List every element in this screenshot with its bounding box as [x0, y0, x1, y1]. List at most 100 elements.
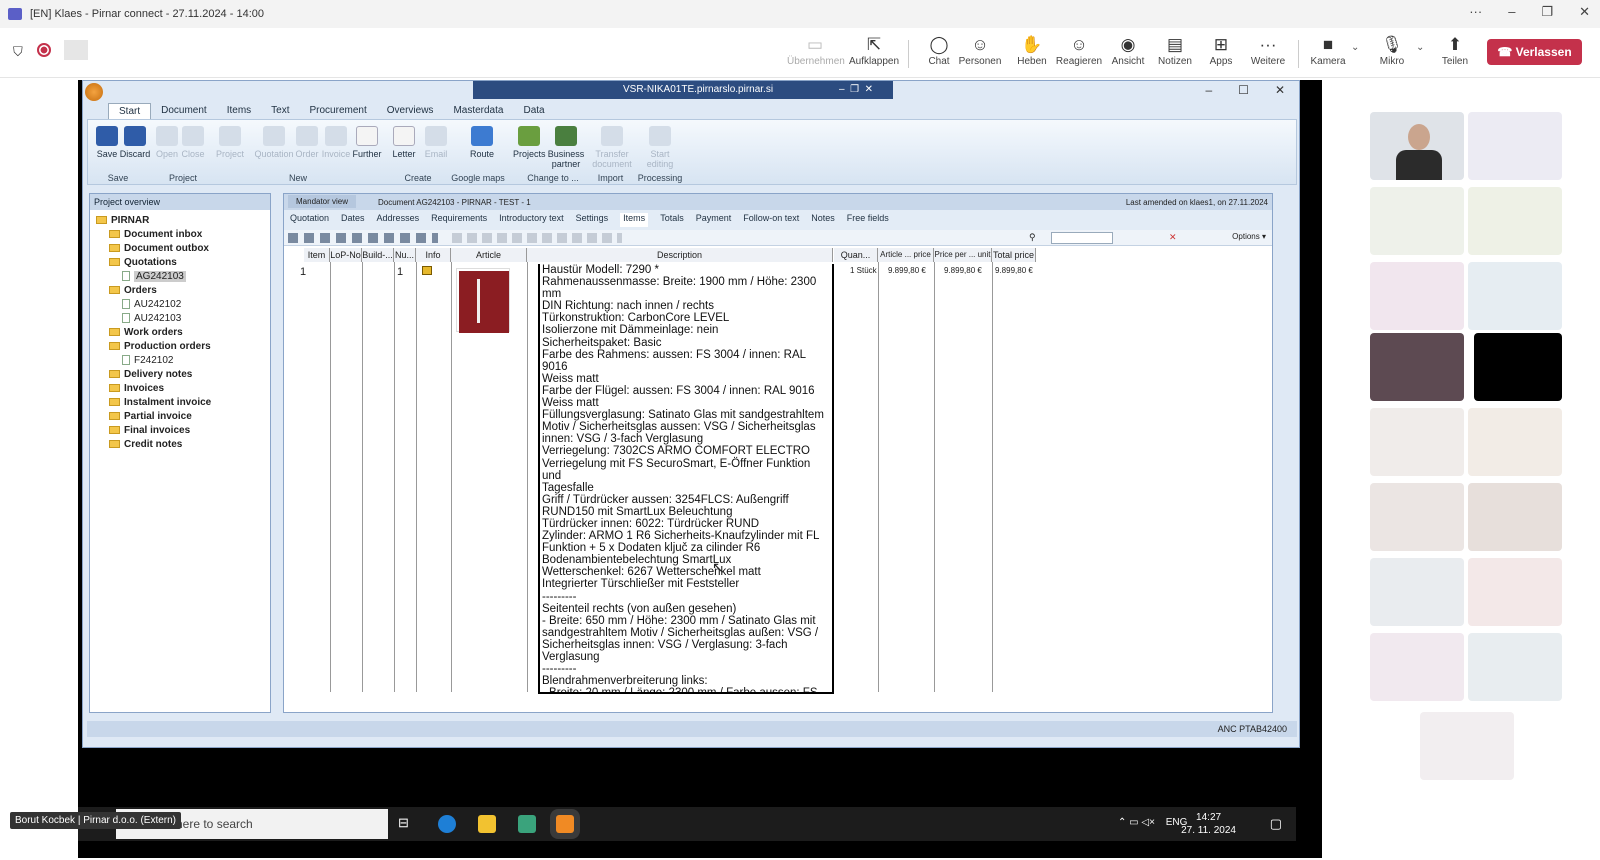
tree-node[interactable]: Credit notes: [96, 438, 270, 452]
doc-tab-dates[interactable]: Dates: [341, 213, 365, 227]
participant-tile[interactable]: [1468, 558, 1562, 626]
info-icon[interactable]: [422, 266, 432, 275]
col-article-price[interactable]: Article ... price: [878, 248, 934, 262]
tree-node[interactable]: Orders: [96, 284, 270, 298]
tree-node[interactable]: Final invoices: [96, 424, 270, 438]
letter-button[interactable]: Letter: [388, 126, 420, 159]
participant-tile[interactable]: [1370, 408, 1464, 476]
col-item[interactable]: Item: [304, 248, 330, 262]
doc-tab-items[interactable]: Items: [620, 213, 649, 227]
email-button[interactable]: Email: [420, 126, 452, 159]
doc-tab-totals[interactable]: Totals: [660, 213, 684, 227]
discard-button[interactable]: Discard: [119, 126, 151, 159]
invoice-button[interactable]: Invoice: [320, 126, 352, 159]
erp-close-button[interactable]: ✕: [1275, 83, 1285, 97]
participant-tile[interactable]: [1370, 558, 1464, 626]
tray-icons[interactable]: ⌃ ▭ ◁×: [1118, 817, 1155, 828]
react-button[interactable]: ☺ Reagieren: [1051, 34, 1107, 67]
tree-node[interactable]: Instalment invoice: [96, 396, 270, 410]
col-total-price[interactable]: Total price: [992, 248, 1036, 262]
people-button[interactable]: ☺ Personen: [952, 34, 1008, 67]
close-doc-button[interactable]: Close: [177, 126, 209, 159]
more-button[interactable]: ··· Weitere: [1240, 34, 1296, 67]
menu-tab-masterdata[interactable]: Masterdata: [443, 103, 513, 119]
leave-button[interactable]: ☎ Verlassen: [1487, 39, 1582, 65]
mandator-view-tab[interactable]: Mandator view: [288, 195, 357, 208]
more-options-icon[interactable]: ···: [1469, 4, 1482, 20]
doc-tab-requirements[interactable]: Requirements: [431, 213, 487, 227]
item-description[interactable]: Haustür Modell: 7290 * Rahmenaussenmasse:…: [538, 264, 834, 694]
participant-tile[interactable]: [1474, 333, 1562, 401]
col-lop-no[interactable]: LoP-No: [330, 248, 362, 262]
app-icon[interactable]: [518, 815, 536, 833]
menu-tab-procurement[interactable]: Procurement: [300, 103, 377, 119]
further-button[interactable]: Further: [351, 126, 383, 159]
menu-tab-start[interactable]: Start: [108, 103, 152, 119]
task-view-icon[interactable]: ⊟: [398, 815, 416, 833]
projects-button[interactable]: Projects: [513, 126, 546, 159]
col-description[interactable]: Description: [527, 248, 833, 262]
minimize-button[interactable]: –: [1508, 4, 1515, 20]
participant-tile[interactable]: [1468, 408, 1562, 476]
project-button[interactable]: Project: [214, 126, 246, 159]
business-partner-button[interactable]: Business partner: [543, 126, 589, 169]
close-button[interactable]: ✕: [1579, 4, 1590, 20]
doc-tab-free-fields[interactable]: Free fields: [847, 213, 889, 227]
participant-tile[interactable]: [1468, 483, 1562, 551]
participant-tile[interactable]: [1370, 262, 1464, 330]
doc-tab-introductory-text[interactable]: Introductory text: [499, 213, 564, 227]
col-price-per-unit[interactable]: Price per ... unit: [934, 248, 992, 262]
tree-node[interactable]: Work orders: [96, 326, 270, 340]
tree-node[interactable]: AG242103: [96, 270, 270, 284]
tree-node[interactable]: Invoices: [96, 382, 270, 396]
mic-button[interactable]: 🎙 Mikro: [1364, 34, 1420, 67]
doc-tab-quotation[interactable]: Quotation: [290, 213, 329, 227]
tree-node[interactable]: F242102: [96, 354, 270, 368]
tree-node[interactable]: Partial invoice: [96, 410, 270, 424]
tree-node[interactable]: AU242103: [96, 312, 270, 326]
participant-tile[interactable]: [1468, 633, 1562, 701]
tree-node[interactable]: AU242102: [96, 298, 270, 312]
menu-tab-items[interactable]: Items: [217, 103, 261, 119]
participant-tile[interactable]: [1420, 712, 1514, 780]
search-icon[interactable]: ⚲: [1029, 232, 1036, 243]
pop-out-button[interactable]: ⇱ Aufklappen: [846, 34, 902, 67]
erp-minimize-button[interactable]: –: [1205, 83, 1212, 97]
klaes-taskbar-icon[interactable]: [556, 815, 574, 833]
camera-button[interactable]: ■ Kamera: [1300, 34, 1356, 67]
share-button[interactable]: ⬆ Teilen: [1427, 34, 1483, 67]
options-dropdown[interactable]: Options ▾: [1232, 232, 1266, 241]
participant-tile[interactable]: [1370, 333, 1464, 401]
erp-maximize-button[interactable]: ☐: [1238, 83, 1249, 97]
route-button[interactable]: Route: [466, 126, 498, 159]
tree-node[interactable]: PIRNAR: [96, 214, 270, 228]
participant-video[interactable]: [1370, 112, 1464, 180]
doc-tab-addresses[interactable]: Addresses: [377, 213, 420, 227]
doc-tab-settings[interactable]: Settings: [576, 213, 609, 227]
file-explorer-icon[interactable]: [478, 815, 496, 833]
delete-icon[interactable]: ✕: [1169, 232, 1177, 243]
col-info[interactable]: Info: [416, 248, 451, 262]
participant-tile[interactable]: [1370, 483, 1464, 551]
col-quantity[interactable]: Quan...: [834, 248, 878, 262]
participant-tile[interactable]: [1370, 187, 1464, 255]
menu-tab-overviews[interactable]: Overviews: [377, 103, 444, 119]
rdp-controls[interactable]: – ❐ ✕: [839, 81, 873, 99]
doc-tab-follow-on-text[interactable]: Follow-on text: [743, 213, 799, 227]
items-search-input[interactable]: [1051, 232, 1113, 244]
taskbar-clock[interactable]: 14:27 27. 11. 2024: [1181, 811, 1236, 837]
quotation-button[interactable]: Quotation: [254, 126, 294, 159]
tree-node[interactable]: Production orders: [96, 340, 270, 354]
transfer-document-button[interactable]: Transfer document: [592, 126, 632, 169]
col-build[interactable]: Build-...: [362, 248, 394, 262]
tree-node[interactable]: Quotations: [96, 256, 270, 270]
participant-tile[interactable]: [1468, 187, 1562, 255]
doc-tab-payment[interactable]: Payment: [696, 213, 732, 227]
menu-tab-text[interactable]: Text: [261, 103, 299, 119]
notifications-icon[interactable]: ▢: [1270, 816, 1282, 832]
mic-options-chevron-icon[interactable]: ⌄: [1416, 42, 1424, 53]
doc-tab-notes[interactable]: Notes: [811, 213, 835, 227]
tree-node[interactable]: Document inbox: [96, 228, 270, 242]
menu-tab-data[interactable]: Data: [513, 103, 554, 119]
edge-icon[interactable]: [438, 815, 456, 833]
